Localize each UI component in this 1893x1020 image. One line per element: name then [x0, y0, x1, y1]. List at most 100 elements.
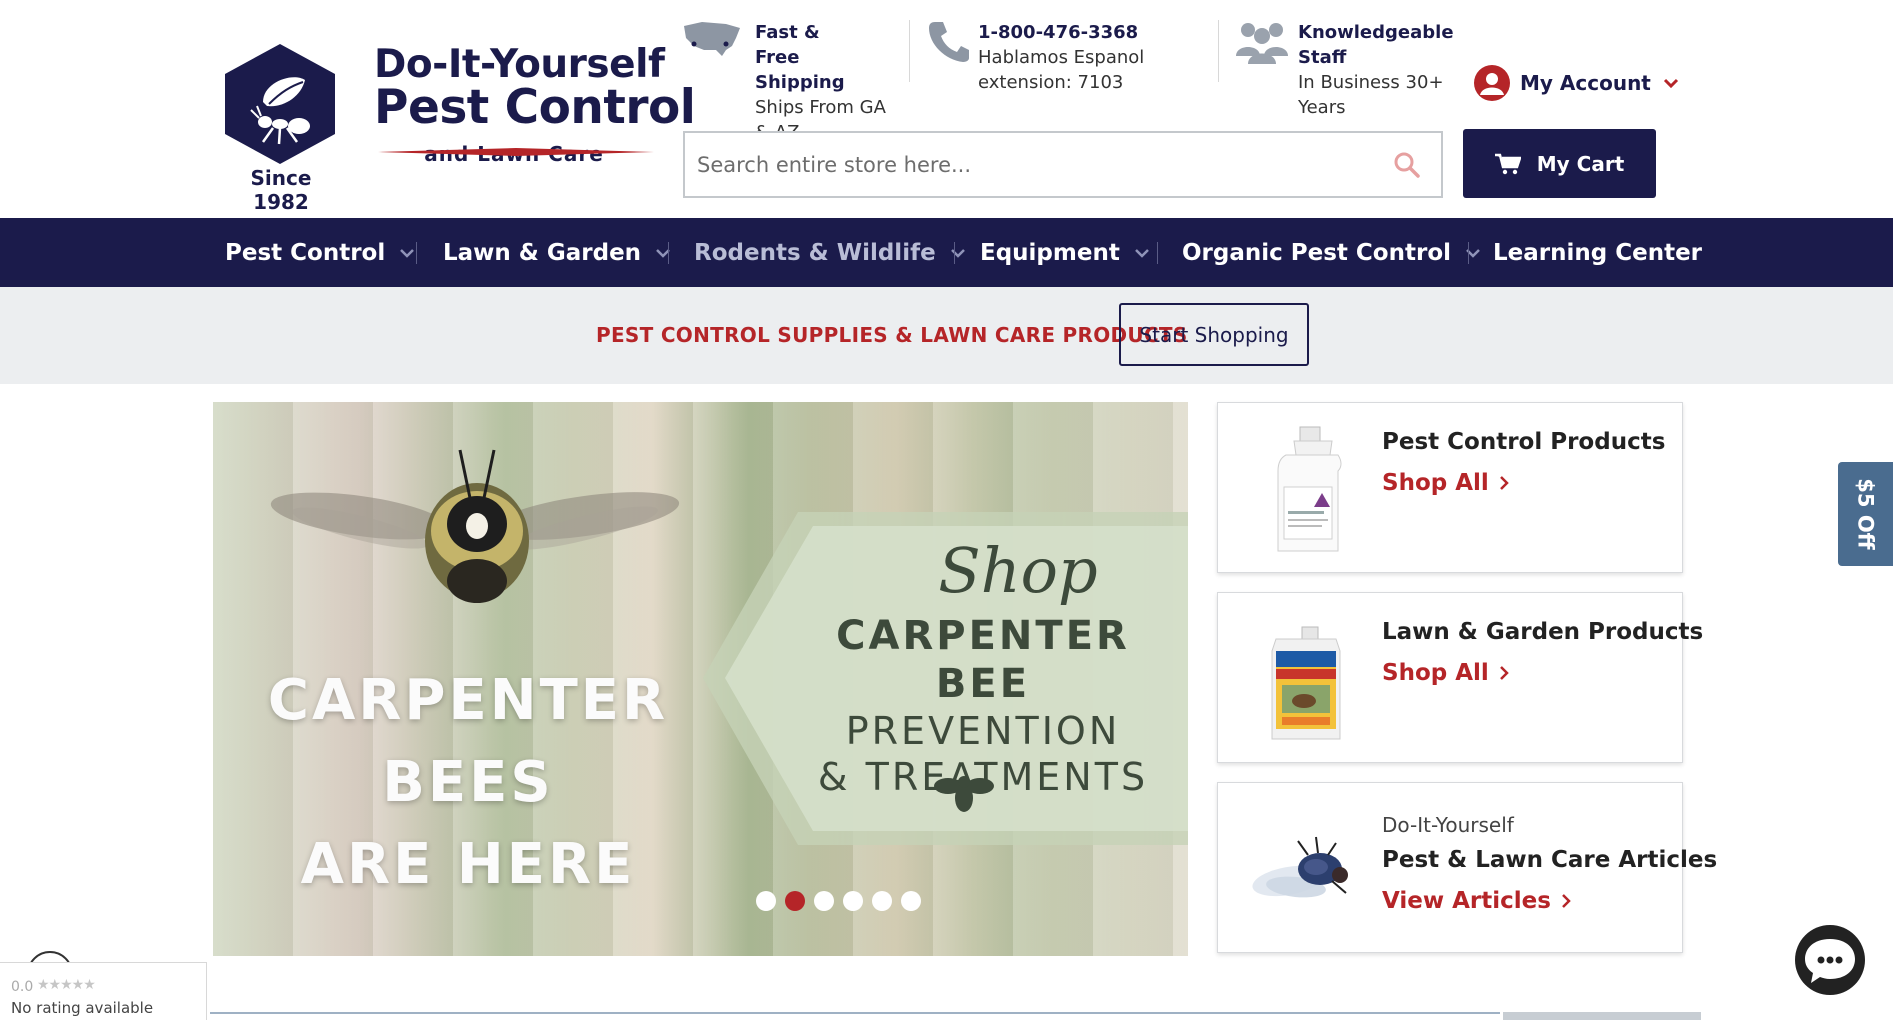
start-shopping-button[interactable]: Start Shopping	[1119, 303, 1309, 366]
nav-item-label: Equipment	[980, 239, 1120, 266]
card-title: Pest & Lawn Care Articles	[1382, 847, 1718, 873]
user-avatar-icon	[1474, 65, 1510, 101]
info-shipping: Fast & Free Shipping Ships From GA & AZ	[755, 20, 886, 145]
nav-item-organic-pest-control[interactable]: Organic Pest Control	[1182, 218, 1481, 287]
main-nav: Pest Control Lawn & Garden Rodents & Wil…	[0, 218, 1893, 287]
card-articles[interactable]: Do-It-Yourself Pest & Lawn Care Articles…	[1217, 782, 1717, 953]
logo-since: Since 1982	[250, 166, 312, 214]
info-staff-title: Knowledgeable Staff	[1298, 22, 1454, 68]
my-account-menu[interactable]: My Account	[1474, 64, 1679, 102]
carousel-dot[interactable]	[843, 891, 863, 911]
hero-carousel[interactable]: CARPENTER BEES ARE HERE Shop CARPENTER B…	[213, 402, 1188, 956]
shop-all-link[interactable]: Shop All	[1382, 470, 1509, 496]
nav-item-label: Organic Pest Control	[1182, 239, 1452, 266]
info-phone-line1: Hablamos Espanol	[978, 47, 1145, 68]
carousel-dot[interactable]	[814, 891, 834, 911]
nav-divider	[1157, 242, 1158, 264]
search-icon[interactable]	[1393, 151, 1421, 179]
spray-bottle-image	[1277, 426, 1342, 552]
rating-stars-icon: ★★★★★	[37, 977, 96, 993]
chevron-right-icon	[1562, 894, 1571, 908]
info-divider	[909, 20, 910, 82]
carousel-dot-active[interactable]	[785, 891, 805, 911]
rating-text: No rating available	[11, 999, 154, 1017]
search-input[interactable]	[685, 133, 1365, 196]
nav-item-label: Lawn & Garden	[443, 239, 642, 266]
nav-divider	[1468, 242, 1469, 264]
carpenter-bee-image	[270, 449, 680, 603]
shop-all-label: Shop All	[1382, 470, 1489, 496]
nav-item-learning-center[interactable]: Learning Center	[1493, 218, 1702, 287]
carousel-dot[interactable]	[901, 891, 921, 911]
chevron-down-icon	[1134, 248, 1149, 258]
five-off-label: $5 Off	[1853, 478, 1878, 550]
nav-item-label: Rodents & Wildlife	[694, 239, 936, 266]
hero-shop-script: Shop	[938, 534, 1098, 607]
info-phone: 1-800-476-3368 Hablamos Espanol extensio…	[978, 20, 1144, 95]
chevron-right-icon	[1499, 666, 1509, 680]
my-cart-label: My Cart	[1536, 151, 1625, 176]
info-staff: Knowledgeable Staff In Business 30+ Year…	[1298, 20, 1454, 120]
ant-logo-icon[interactable]	[223, 42, 337, 166]
phone-number-link[interactable]: 1-800-476-3368	[978, 20, 1144, 45]
card-title: Lawn & Garden Products	[1382, 619, 1704, 645]
nav-divider	[954, 242, 955, 264]
nav-item-rodents-wildlife[interactable]: Rodents & Wildlife	[694, 218, 966, 287]
promo-text: PEST CONTROL SUPPLIES & LAWN CARE PRODUC…	[596, 323, 1188, 347]
promo-bar: PEST CONTROL SUPPLIES & LAWN CARE PRODUC…	[0, 287, 1893, 384]
hero-left-line2: BEES	[382, 750, 554, 815]
housefly-image	[1252, 836, 1348, 898]
info-phone-line2: extension: 7103	[978, 72, 1124, 93]
section-tab	[1503, 1012, 1701, 1020]
chevron-right-icon	[1499, 476, 1509, 490]
shop-all-label: Shop All	[1382, 660, 1489, 686]
nav-item-lawn-garden[interactable]: Lawn & Garden	[443, 218, 671, 287]
nav-item-label: Pest Control	[225, 239, 386, 266]
card-title: Pest Control Products	[1382, 429, 1666, 455]
five-off-tab[interactable]: $5 Off	[1838, 462, 1893, 566]
phone-icon	[929, 22, 969, 62]
my-account-label: My Account	[1520, 71, 1651, 95]
shop-all-link[interactable]: Shop All	[1382, 660, 1509, 686]
cart-icon	[1494, 153, 1521, 174]
info-staff-line1: In Business 30+	[1298, 72, 1444, 93]
staff-group-icon	[1236, 23, 1288, 64]
info-staff-line2: Years	[1298, 97, 1346, 118]
chevron-down-icon	[1663, 78, 1678, 88]
carousel-dot[interactable]	[872, 891, 892, 911]
chevron-down-icon	[400, 248, 415, 258]
chat-bubble-icon	[1805, 939, 1855, 983]
site-header: Since 1982 Do-It-Yourself Pest Control a…	[0, 0, 1893, 218]
card-pest-control-products[interactable]: Pest Control Products Shop All	[1217, 402, 1683, 573]
search-box	[683, 131, 1443, 198]
hero-left-line3: ARE HERE	[300, 832, 636, 897]
view-articles-link[interactable]: View Articles	[1382, 888, 1571, 914]
nav-item-label: Learning Center	[1493, 239, 1703, 266]
nav-divider	[668, 242, 669, 264]
card-lawn-garden-products[interactable]: Lawn & Garden Products Shop All	[1217, 592, 1703, 763]
chat-button[interactable]	[1795, 925, 1865, 995]
hero-left-line1: CARPENTER	[267, 668, 669, 733]
carousel-dot[interactable]	[756, 891, 776, 911]
my-cart-button[interactable]: My Cart	[1463, 129, 1656, 198]
hero-badge-line1: CARPENTER BEE	[836, 613, 1130, 707]
info-shipping-line1: Ships From GA	[755, 97, 886, 118]
nav-item-equipment[interactable]: Equipment	[980, 218, 1150, 287]
view-articles-label: View Articles	[1382, 888, 1551, 914]
usa-map-icon	[684, 22, 740, 56]
hero-left-headline: CARPENTER BEES ARE HERE	[213, 660, 723, 906]
info-divider	[1218, 20, 1219, 82]
section-divider	[210, 1012, 1500, 1014]
chevron-down-icon	[950, 248, 965, 258]
hero-badge-line2: PREVENTION	[845, 709, 1121, 753]
logo-underline-icon	[378, 148, 654, 156]
nav-divider	[416, 242, 417, 264]
carousel-dots	[756, 891, 921, 911]
nav-item-pest-control[interactable]: Pest Control	[225, 218, 415, 287]
info-shipping-title: Fast & Free Shipping	[755, 22, 845, 93]
bee-icon	[934, 776, 994, 812]
rating-score: 0.0	[11, 979, 34, 995]
rating-widget[interactable]: 0.0 ★★★★★ No rating available	[0, 962, 207, 1020]
card-kicker: Do-It-Yourself	[1382, 813, 1514, 837]
fertilizer-jug-image	[1271, 626, 1341, 740]
